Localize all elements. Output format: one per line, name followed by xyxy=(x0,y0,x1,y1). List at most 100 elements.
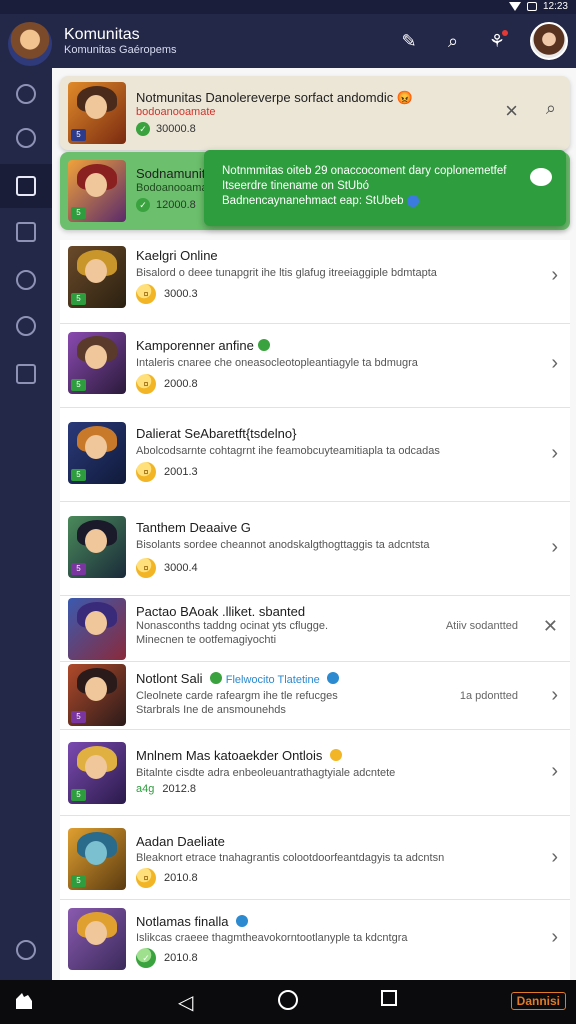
toast-line-1: Notnmmitas oiteb 29 onaccocoment dary co… xyxy=(222,165,507,177)
chevron-right-icon[interactable]: › xyxy=(551,536,558,559)
rail-item-screen[interactable] xyxy=(0,352,52,396)
item-meta: ✓ 2010.8 xyxy=(136,948,198,968)
list-item[interactable]: 5 Mnlnem Mas katoaekder Ontlois Bitalnte… xyxy=(60,730,570,816)
item-badge: Flelwocito Tlatetine xyxy=(225,674,320,686)
close-button[interactable]: × xyxy=(505,98,518,124)
game-thumbnail: 5 xyxy=(68,516,126,578)
rail-item-settings[interactable] xyxy=(0,304,52,348)
game-thumbnail: 5 xyxy=(68,828,126,890)
item-note: 1a pdontted xyxy=(459,690,518,702)
rail-item-search[interactable] xyxy=(0,116,52,160)
game-thumbnail: 5 xyxy=(68,332,126,394)
game-thumbnail xyxy=(68,908,126,970)
rail-item-help[interactable] xyxy=(0,928,52,972)
featured-banner[interactable]: 5 Notmunitas Danolereverpe sorfact andom… xyxy=(60,76,570,150)
back-button[interactable]: ◁ xyxy=(178,990,193,1015)
chevron-right-icon[interactable]: › xyxy=(551,352,558,375)
item-title: Notlont Sali Flelwocito Tlatetine xyxy=(136,671,340,686)
calendar-icon xyxy=(16,176,36,196)
list-item[interactable]: 5 Tanthem Deaaive G Bisolants sordee che… xyxy=(60,502,570,596)
notification-dot xyxy=(502,30,508,36)
game-thumbnail: 5 xyxy=(68,82,126,144)
banner-meta: ✓ 12000.8 xyxy=(136,198,196,212)
item-meta: ¤ 2000.8 xyxy=(136,374,198,394)
chevron-right-icon[interactable]: › xyxy=(551,846,558,869)
home-button[interactable] xyxy=(278,990,298,1010)
item-meta-prefix: a4g xyxy=(136,783,155,795)
search-icon: ⌕ xyxy=(447,30,459,51)
verified-icon xyxy=(236,915,249,927)
list-item[interactable]: 5 Kaelgri Online Bisalord o deee tunapgr… xyxy=(60,240,570,324)
game-thumbnail: 5 xyxy=(68,664,126,726)
dismiss-button[interactable]: ✕ xyxy=(543,616,558,637)
community-list: 5 Kaelgri Online Bisalord o deee tunapgr… xyxy=(60,240,570,980)
recents-button[interactable] xyxy=(381,990,397,1006)
close-icon: ✕ xyxy=(542,616,558,636)
item-title-text: Kamporenner anfine xyxy=(136,338,254,353)
level-badge: 5 xyxy=(71,711,86,723)
level-badge: 5 xyxy=(71,563,86,575)
banner-search-button[interactable]: ⌕ xyxy=(546,98,556,119)
item-meta-value: 2010.8 xyxy=(164,952,198,964)
check-icon: ✓ xyxy=(136,198,150,212)
help-icon xyxy=(16,940,36,960)
chevron-right-icon[interactable]: › xyxy=(551,264,558,287)
back-triangle-icon: ◁ xyxy=(178,992,194,1014)
magnifier-icon xyxy=(16,128,36,148)
item-title: Notlamas finalla xyxy=(136,914,249,929)
chevron-right-icon[interactable]: › xyxy=(551,760,558,783)
rail-item-list[interactable] xyxy=(0,210,52,254)
list-item[interactable]: Notlamas finalla Islikcas craeee thagmth… xyxy=(60,900,570,980)
list-item[interactable]: 5 Notlont Sali Flelwocito Tlatetine Cleo… xyxy=(60,662,570,730)
rail-item-info[interactable] xyxy=(0,72,52,116)
item-meta: ¤ 2001.3 xyxy=(136,462,198,482)
level-badge: 5 xyxy=(71,469,86,481)
game-thumbnail: 5 xyxy=(68,742,126,804)
item-meta-value: 2001.3 xyxy=(164,466,198,478)
edit-button[interactable]: ✎ xyxy=(396,28,422,54)
banner-title: Notmunitas Danolereverpe sorfact andomdi… xyxy=(136,90,414,105)
page-title: Komunitas xyxy=(64,26,140,43)
rail-item-calendar[interactable] xyxy=(0,164,52,208)
list-item[interactable]: 5 Kamporenner anfine Intaleris cnaree ch… xyxy=(60,324,570,408)
profile-avatar[interactable] xyxy=(530,22,568,60)
banner-subtitle: bodoanooamate xyxy=(136,106,216,118)
pen-icon: ✎ xyxy=(401,30,417,51)
chevron-right-icon[interactable]: › xyxy=(551,684,558,707)
item-description-2: Minecnen te ootfemagiyochti xyxy=(136,634,277,646)
item-description: Abolcodsarnte cohtagrnt ihe feamobcuytea… xyxy=(136,445,440,457)
game-thumbnail xyxy=(68,598,126,660)
wifi-icon xyxy=(508,2,521,11)
chevron-right-icon[interactable]: › xyxy=(551,442,558,465)
chat-icon[interactable] xyxy=(530,168,552,186)
item-title-text: Notlamas finalla xyxy=(136,914,229,929)
notifications-button[interactable]: ⚘ xyxy=(484,28,510,54)
banner-meta: ✓ 30000.8 xyxy=(136,122,196,136)
battery-icon xyxy=(526,2,537,11)
list-item[interactable]: 5 Aadan Daeliate Bleaknort etrace tnahag… xyxy=(60,816,570,900)
list-item[interactable]: Pactao BAoak .lliket. sbanted Nonasconth… xyxy=(60,596,570,662)
notification-toast[interactable]: Notnmmitas oiteb 29 onaccocoment dary co… xyxy=(204,150,566,226)
rail-item-people[interactable] xyxy=(0,258,52,302)
coin-icon: ¤ xyxy=(136,558,156,578)
search-button[interactable]: ⌕ xyxy=(440,28,466,54)
coin-icon: ¤ xyxy=(136,284,156,304)
game-thumbnail: 5 xyxy=(68,160,126,222)
list-item[interactable]: 5 Dalierat SeAbaretft{tsdelno} Abolcodsa… xyxy=(60,408,570,502)
coin-icon: ¤ xyxy=(136,462,156,482)
verified-icon xyxy=(257,339,270,351)
community-avatar[interactable] xyxy=(8,22,52,66)
banner-meta-value: 12000.8 xyxy=(156,199,196,211)
toast-line-3: Badnencaynanehmact eap: StUbeb xyxy=(222,195,404,207)
chevron-right-icon[interactable]: › xyxy=(551,926,558,949)
level-badge: 5 xyxy=(71,379,86,391)
info-tag-icon xyxy=(327,672,340,684)
status-time: 12:23 xyxy=(542,1,568,12)
item-description: Bitalnte cisdte adra enbeoleuantrathagty… xyxy=(136,767,396,779)
system-nav-bar: ◁ Dannisi xyxy=(0,980,576,1024)
item-meta: ¤ 3000.3 xyxy=(136,284,198,304)
app-launcher-icon[interactable] xyxy=(12,989,36,1013)
item-title-text: Notlont Sali xyxy=(136,671,203,686)
item-description: Cleolnete carde rafeargm ihe tle refucge… xyxy=(136,690,338,702)
level-badge: 5 xyxy=(71,207,86,219)
